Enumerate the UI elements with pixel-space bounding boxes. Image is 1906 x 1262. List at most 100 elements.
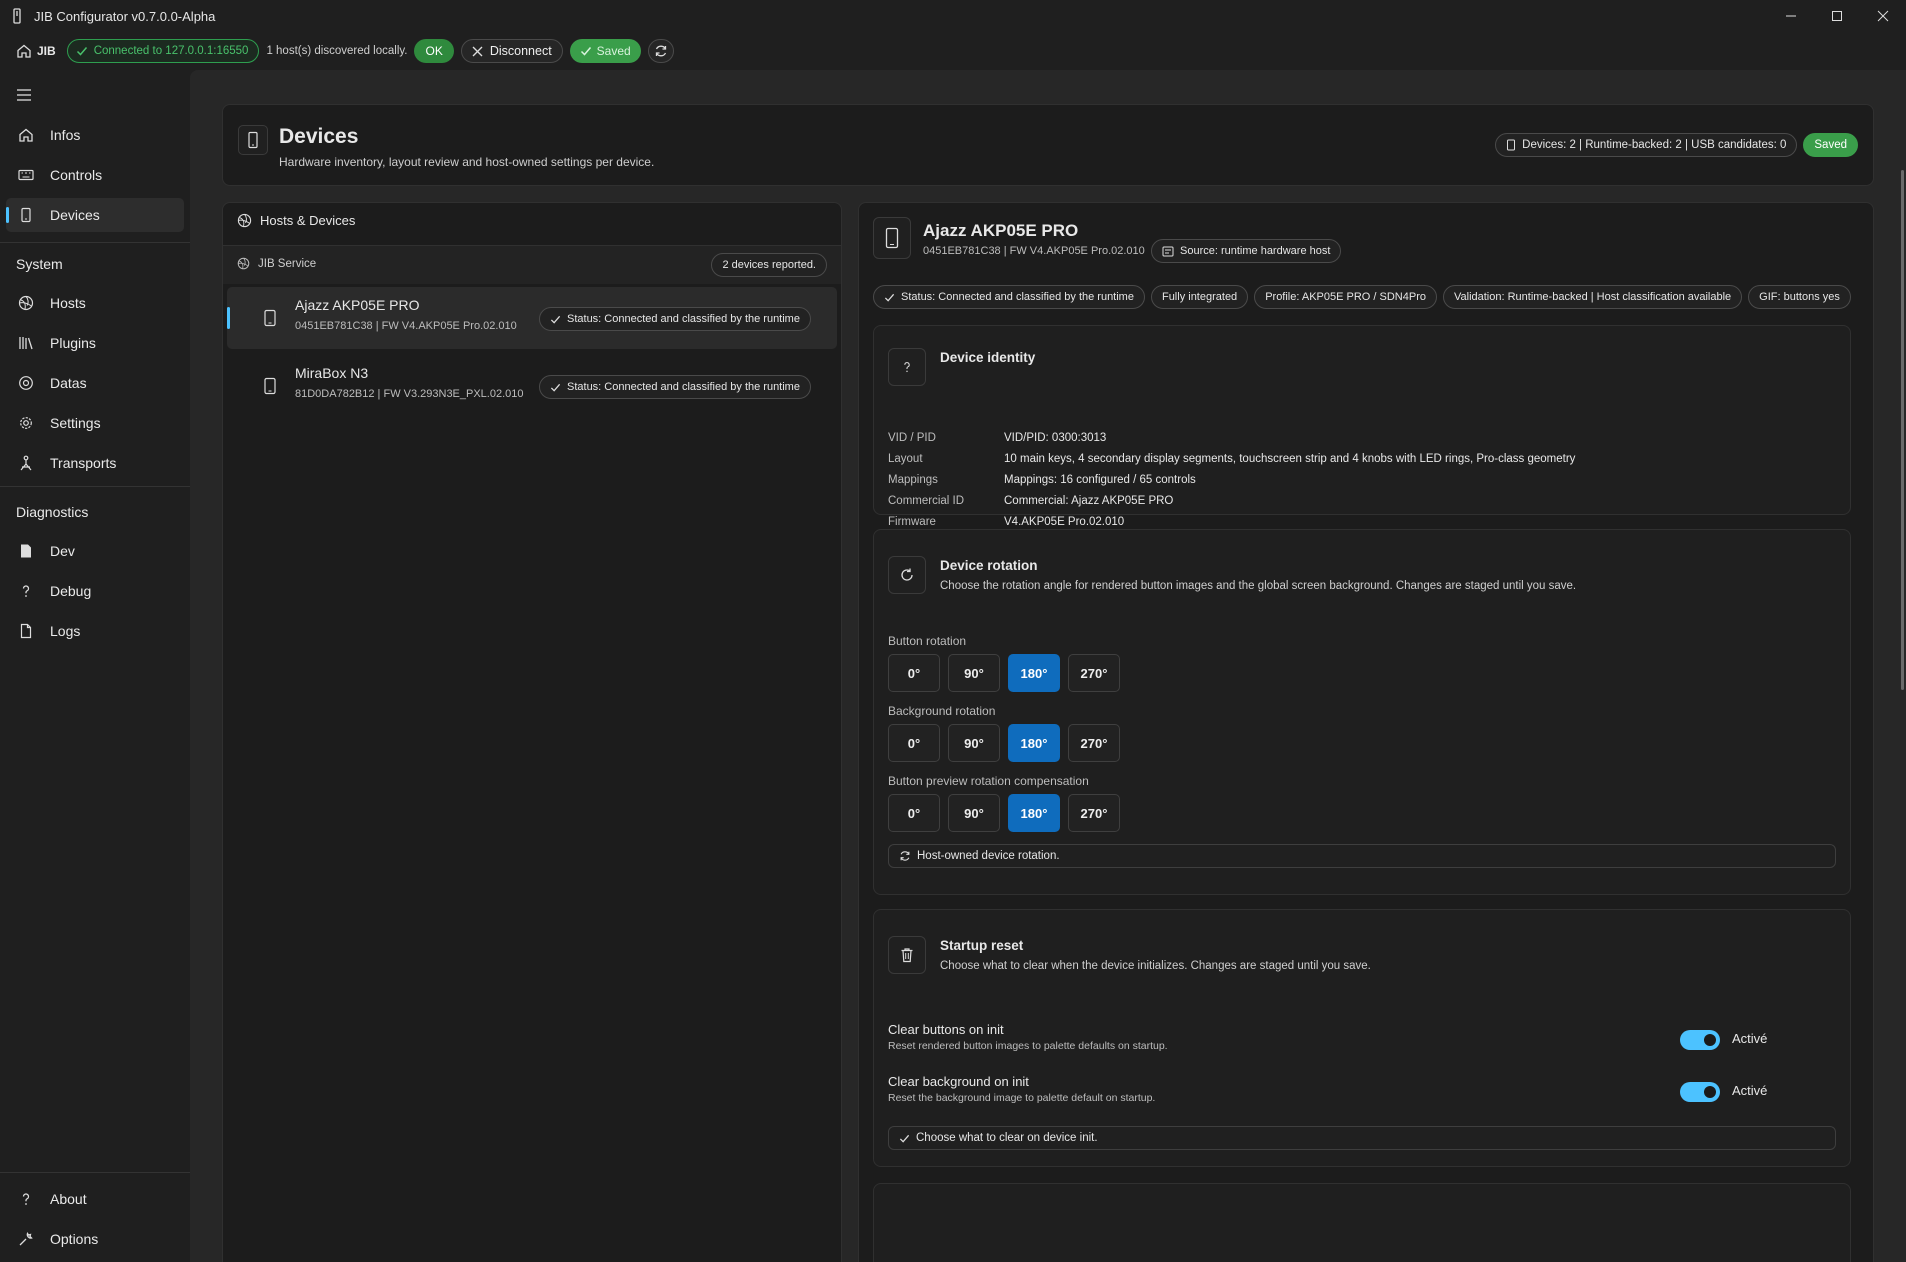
title-bar: JIB Configurator v0.7.0.0-Alpha xyxy=(0,0,1906,32)
device-icon-box xyxy=(873,217,911,259)
sidebar-item-about[interactable]: About xyxy=(6,1182,184,1216)
refresh-icon xyxy=(900,851,910,861)
app-icon xyxy=(10,8,24,24)
service-row[interactable]: JIB Service 2 devices reported. xyxy=(223,246,841,284)
sidebar-divider xyxy=(0,486,190,487)
background-rotation-label: Background rotation xyxy=(888,704,996,718)
integration-badge: Fully integrated xyxy=(1150,285,1249,309)
home-button[interactable]: JIB xyxy=(16,43,56,59)
ok-button[interactable]: OK xyxy=(414,39,454,63)
sidebar-item-infos[interactable]: Infos xyxy=(6,118,184,152)
preview-compensation-90[interactable]: 90° xyxy=(948,794,1000,832)
device-name: MiraBox N3 xyxy=(295,365,369,381)
device-stats-badge: Devices: 2 | Runtime-backed: 2 | USB can… xyxy=(1495,133,1798,157)
sidebar-item-label: Settings xyxy=(50,415,101,431)
device-row-mirabox[interactable]: MiraBox N3 81D0DA782B12 | FW V3.293N3E_P… xyxy=(227,355,837,417)
sidebar-item-options[interactable]: Options xyxy=(6,1222,184,1256)
sidebar-item-label: Transports xyxy=(50,455,117,471)
identity-key: Layout xyxy=(888,453,923,465)
check-icon xyxy=(550,315,561,324)
saved-button[interactable]: Saved xyxy=(569,39,641,63)
question-icon xyxy=(22,585,30,597)
button-rotation-0[interactable]: 0° xyxy=(888,654,940,692)
identity-key: VID / PID xyxy=(888,432,936,444)
server-icon xyxy=(1162,246,1174,256)
menu-toggle-button[interactable] xyxy=(16,88,32,107)
button-rotation-270[interactable]: 270° xyxy=(1068,654,1120,692)
preview-compensation-270[interactable]: 270° xyxy=(1068,794,1120,832)
question-icon xyxy=(22,1193,30,1205)
device-detail-panel: Ajazz AKP05E PRO 0451EB781C38 | FW V4.AK… xyxy=(858,202,1874,1262)
sidebar-item-devices[interactable]: Devices xyxy=(6,198,184,232)
sidebar-item-datas[interactable]: Datas xyxy=(6,366,184,400)
device-detail-meta: 0451EB781C38 | FW V4.AKP05E Pro.02.010 xyxy=(923,245,1145,257)
minimize-button[interactable] xyxy=(1768,0,1814,32)
gear-icon xyxy=(20,417,32,429)
identity-key: Commercial ID xyxy=(888,495,965,507)
identity-value: Mappings: 16 configured / 65 controls xyxy=(1004,474,1196,486)
top-toolbar: JIB Connected to 127.0.0.1:16550 1 host(… xyxy=(0,32,1906,70)
check-icon xyxy=(550,383,561,392)
connection-text: Connected to 127.0.0.1:16550 xyxy=(93,45,249,57)
phone-icon xyxy=(885,227,899,249)
clear-buttons-toggle[interactable] xyxy=(1680,1030,1720,1050)
clear-background-state: Activé xyxy=(1732,1083,1768,1098)
sidebar-item-debug[interactable]: Debug xyxy=(6,574,184,608)
device-stats-text: Devices: 2 | Runtime-backed: 2 | USB can… xyxy=(1522,139,1787,151)
identity-value: 10 main keys, 4 secondary display segmen… xyxy=(1004,453,1576,465)
sidebar-item-label: Datas xyxy=(50,375,87,391)
sidebar-item-plugins[interactable]: Plugins xyxy=(6,326,184,360)
content-scrollbar[interactable] xyxy=(1901,170,1904,690)
sidebar-divider xyxy=(0,1172,190,1173)
disconnect-button[interactable]: Disconnect xyxy=(460,39,563,63)
sidebar-item-label: Dev xyxy=(50,543,75,559)
connection-status: Connected to 127.0.0.1:16550 xyxy=(66,39,260,63)
background-rotation-90[interactable]: 90° xyxy=(948,724,1000,762)
identity-table: VID / PID VID/PID: 0300:3013 Layout 10 mai… xyxy=(888,428,1575,533)
globe-icon xyxy=(237,213,252,228)
background-rotation-270[interactable]: 270° xyxy=(1068,724,1120,762)
sidebar: Infos Controls Devices System Hosts Plug… xyxy=(0,70,190,1262)
maximize-button[interactable] xyxy=(1814,0,1860,32)
validation-badge: Validation: Runtime-backed | Host classi… xyxy=(1442,285,1743,309)
source-badge: Source: runtime hardware host xyxy=(1151,239,1342,263)
sidebar-item-hosts[interactable]: Hosts xyxy=(6,286,184,320)
transport-icon xyxy=(20,455,32,471)
clear-background-toggle[interactable] xyxy=(1680,1082,1720,1102)
hamburger-icon xyxy=(17,89,31,101)
button-rotation-180[interactable]: 180° xyxy=(1008,654,1060,692)
sidebar-section-system: System xyxy=(16,256,63,272)
preview-compensation-label: Button preview rotation compensation xyxy=(888,774,1089,788)
sidebar-item-label: Options xyxy=(50,1231,99,1247)
sidebar-divider xyxy=(0,242,190,243)
keyboard-icon xyxy=(18,169,34,181)
rotation-desc: Choose the rotation angle for rendered b… xyxy=(940,580,1577,592)
startup-title: Startup reset xyxy=(940,938,1024,953)
phone-icon xyxy=(264,377,276,395)
page-title: Devices xyxy=(279,125,359,148)
identity-title: Device identity xyxy=(940,350,1036,365)
sidebar-item-transports[interactable]: Transports xyxy=(6,446,184,480)
sidebar-item-controls[interactable]: Controls xyxy=(6,158,184,192)
button-rotation-90[interactable]: 90° xyxy=(948,654,1000,692)
preview-compensation-0[interactable]: 0° xyxy=(888,794,940,832)
sidebar-item-label: Infos xyxy=(50,127,81,143)
background-rotation-180[interactable]: 180° xyxy=(1008,724,1060,762)
refresh-button[interactable] xyxy=(647,39,674,63)
sidebar-item-logs[interactable]: Logs xyxy=(6,614,184,648)
startup-desc: Choose what to clear when the device ini… xyxy=(940,960,1371,972)
clear-buttons-row: Clear buttons on init Reset rendered but… xyxy=(888,1022,1838,1062)
service-name: JIB Service xyxy=(258,257,317,270)
identity-value: Commercial: Ajazz AKP05E PRO xyxy=(1004,495,1174,507)
device-meta: 0451EB781C38 | FW V4.AKP05E Pro.02.010 xyxy=(295,320,517,332)
close-window-button[interactable] xyxy=(1860,0,1906,32)
source-text: Source: runtime hardware host xyxy=(1180,245,1331,257)
device-row-ajazz[interactable]: Ajazz AKP05E PRO 0451EB781C38 | FW V4.AK… xyxy=(227,287,837,349)
globe-icon xyxy=(18,295,34,311)
startup-note: Choose what to clear on device init. xyxy=(916,1132,1098,1144)
sidebar-item-settings[interactable]: Settings xyxy=(6,406,184,440)
sidebar-item-dev[interactable]: Dev xyxy=(6,534,184,568)
background-rotation-0[interactable]: 0° xyxy=(888,724,940,762)
question-icon xyxy=(904,362,910,373)
preview-compensation-180[interactable]: 180° xyxy=(1008,794,1060,832)
